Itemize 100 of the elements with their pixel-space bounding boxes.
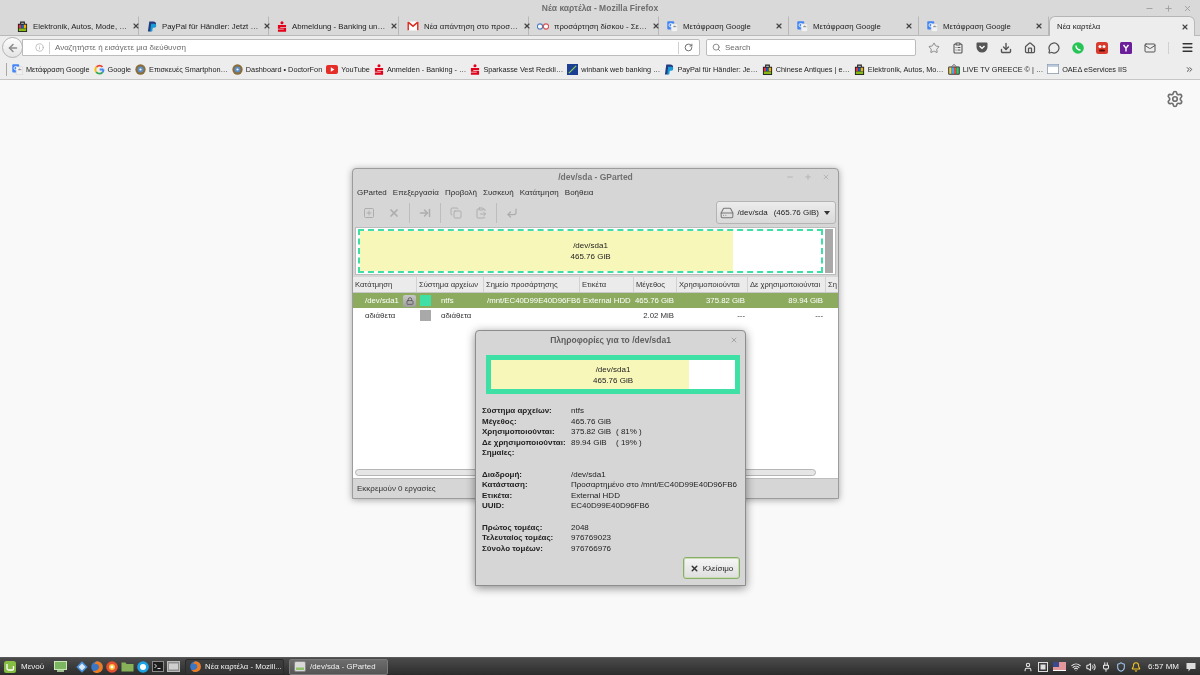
clock-text: 6:57 ΜΜ <box>1147 662 1179 671</box>
menu-item[interactable]: Επεξεργασία <box>392 187 439 197</box>
close-icon[interactable] <box>263 22 272 30</box>
address-bar[interactable]: Αναζητήστε ή εισάγετε μια διεύθυνση <box>22 39 700 56</box>
search-input[interactable]: Search <box>725 41 910 54</box>
folder-icon[interactable] <box>121 661 135 672</box>
info-value: 89.94 GiB <box>571 437 607 449</box>
info-percent: ( 81% ) <box>616 427 642 438</box>
partition-block[interactable]: /dev/sda1 465.76 GiB <box>358 229 823 273</box>
arrow-to-line-icon <box>419 206 431 219</box>
logo-icon <box>147 20 157 32</box>
window-icon[interactable] <box>167 661 181 672</box>
search-icon <box>712 43 721 52</box>
copy-icon <box>450 206 462 219</box>
search-bar[interactable]: Search <box>706 39 916 56</box>
translate-icon <box>667 20 678 32</box>
home-icon[interactable] <box>1024 41 1036 54</box>
disc-icon <box>135 63 147 75</box>
ring-logo-icon <box>93 63 105 75</box>
shield-icon[interactable] <box>1115 661 1126 672</box>
info-label: Ετικέτα: <box>482 490 513 502</box>
flag-icon[interactable] <box>1052 662 1066 671</box>
menu-item[interactable]: Βοήθεια <box>564 187 594 197</box>
device-dropdown[interactable]: /dev/sda (465.76 GiB) <box>716 201 836 224</box>
menu-item[interactable]: Συσκευή <box>483 187 514 197</box>
menu-button[interactable]: Μενού <box>3 658 49 675</box>
info-value: 465.76 GiB <box>571 416 612 428</box>
close-icon[interactable] <box>905 22 913 30</box>
chevron-icon[interactable] <box>1185 64 1194 74</box>
wifi-icon[interactable] <box>1070 661 1081 672</box>
info-value: /dev/sda1 <box>571 469 606 481</box>
info-label: Πρώτος τομέας: <box>482 522 543 534</box>
page-icon <box>1047 64 1060 74</box>
info-label: Διαδρομή: <box>482 469 523 481</box>
mail-icon[interactable] <box>1144 41 1156 54</box>
globe-icon[interactable] <box>91 660 104 673</box>
logo-icon <box>4 660 16 673</box>
info-value: 2048 <box>571 522 589 534</box>
close-icon[interactable] <box>390 22 399 30</box>
info-value: Προσαρτημένο στο /mnt/EC40D99E40D96FB6 <box>571 480 737 491</box>
close-button[interactable]: Κλείσιμο <box>683 557 740 579</box>
chat-icon[interactable] <box>1186 661 1196 672</box>
new-icon <box>363 206 375 219</box>
paste-icon <box>475 206 487 219</box>
menu-item[interactable]: Κατάτμηση <box>519 187 559 197</box>
partition-block[interactable]: /dev/sda1 465.76 GiB <box>486 355 740 394</box>
close-icon[interactable] <box>1035 22 1043 30</box>
close-icon[interactable] <box>651 22 660 30</box>
close-icon[interactable] <box>775 22 783 30</box>
disc-icon <box>231 63 243 75</box>
info-label: Τελευταίος τομέας: <box>482 533 554 544</box>
logo-icon[interactable] <box>1120 41 1132 54</box>
dialog-title: Πληροφορίες για το /dev/sda1 <box>550 335 671 345</box>
star-icon[interactable] <box>928 41 940 54</box>
bag-icon <box>853 63 865 75</box>
menu-item[interactable]: Προβολή <box>444 187 477 197</box>
menu-item[interactable]: GParted <box>357 187 387 197</box>
bag-icon <box>17 20 28 32</box>
partition-name: /dev/sda1 <box>573 241 608 250</box>
address-input[interactable]: Αναζητήστε ή εισάγετε μια διεύθυνση <box>55 41 673 54</box>
close-icon[interactable] <box>1181 22 1189 31</box>
info-label: Χρησιμοποιούνται: <box>482 427 555 438</box>
info-percent: ( 19% ) <box>616 437 642 449</box>
diamond-icon[interactable] <box>76 660 89 673</box>
chat-icon[interactable] <box>1048 41 1060 54</box>
bell-icon[interactable] <box>1130 661 1141 672</box>
clipboard-icon[interactable] <box>952 41 964 54</box>
window-icon[interactable] <box>1037 661 1048 672</box>
bag-icon <box>761 63 773 75</box>
partition-size: 465.76 GiB <box>570 252 611 261</box>
disk-drive-icon <box>294 661 307 672</box>
play-icon <box>326 64 339 74</box>
close-icon[interactable] <box>132 22 141 30</box>
settings-icon[interactable] <box>1166 90 1184 108</box>
info-label: Μέγεθος: <box>482 416 517 428</box>
caret-icon <box>824 210 830 215</box>
translate-icon <box>927 20 938 32</box>
desktop-icon[interactable] <box>54 661 68 672</box>
info-value: 976766976 <box>571 543 612 555</box>
close-icon <box>689 563 699 573</box>
translate-icon <box>797 20 808 32</box>
user-icon[interactable] <box>1022 661 1033 672</box>
window-title: /dev/sda - GParted <box>558 172 633 182</box>
ring-icon[interactable] <box>106 660 119 673</box>
face-icon[interactable] <box>1096 41 1108 54</box>
back-button[interactable] <box>2 37 23 58</box>
disc-icon[interactable] <box>137 660 150 673</box>
close-icon[interactable] <box>522 22 531 30</box>
reload-icon[interactable] <box>684 43 693 52</box>
terminal-icon[interactable] <box>152 661 165 672</box>
plug-icon[interactable] <box>1100 661 1111 672</box>
download-icon[interactable] <box>1000 41 1012 54</box>
info-label: Σύνολο τομέων: <box>482 543 543 555</box>
glasses-icon <box>537 22 549 30</box>
info-value: EC40D99E40D96FB6 <box>571 501 650 512</box>
shield-icon[interactable] <box>976 42 988 53</box>
logo-icon <box>567 63 579 75</box>
logo-icon <box>664 63 675 75</box>
volume-icon[interactable] <box>1085 661 1096 672</box>
menu-icon[interactable] <box>1181 41 1194 54</box>
